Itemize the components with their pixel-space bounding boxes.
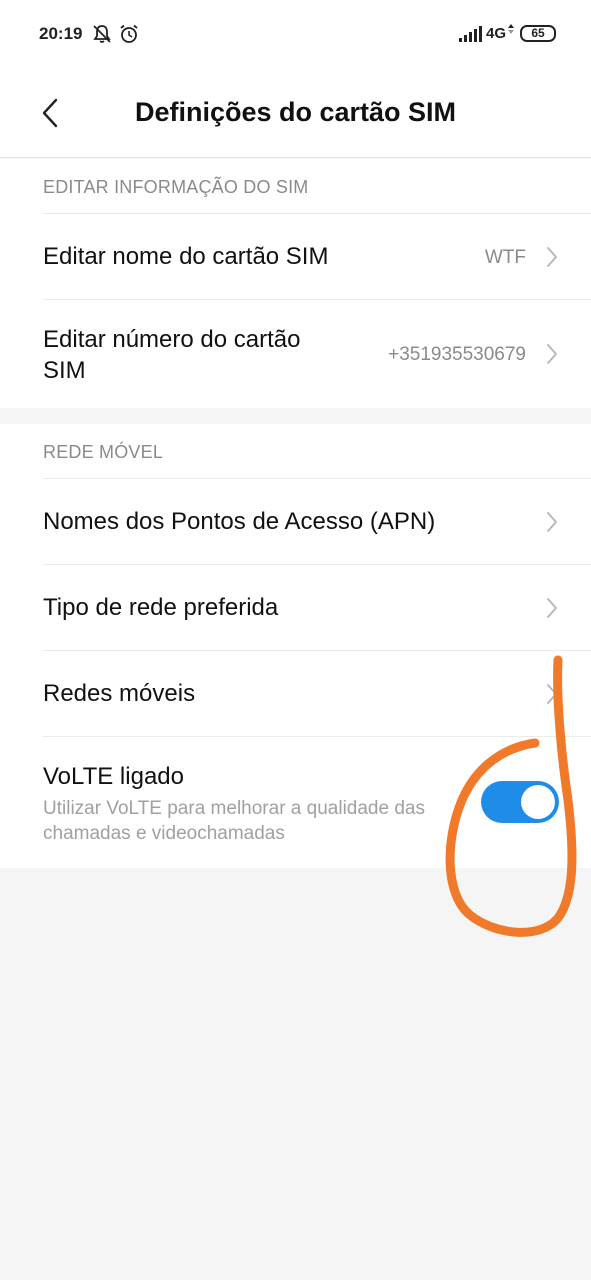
- toggle-knob: [521, 785, 555, 819]
- page-title: Definições do cartão SIM: [134, 97, 457, 127]
- divider: [43, 299, 591, 300]
- section-mobile-network: REDE MÓVEL Nomes dos Pontos de Acesso (A…: [0, 424, 591, 868]
- bell-off-icon: [93, 25, 111, 43]
- divider: [43, 478, 591, 479]
- battery-icon: 65: [520, 25, 556, 42]
- status-time: 20:19: [39, 24, 83, 43]
- edit-sim-name-row[interactable]: Editar nome do cartão SIM WTF: [0, 213, 591, 299]
- section-label-mobile-network: REDE MÓVEL: [43, 442, 164, 462]
- volte-row: VoLTE ligado Utilizar VoLTE para melhora…: [0, 736, 591, 868]
- volte-title: VoLTE ligado: [43, 763, 184, 790]
- divider: [43, 564, 591, 565]
- divider: [43, 736, 591, 737]
- chevron-right-icon: [547, 344, 557, 364]
- chevron-right-icon: [547, 512, 557, 532]
- divider: [43, 213, 591, 214]
- chevron-right-icon: [547, 247, 557, 267]
- divider: [43, 650, 591, 651]
- section-label-sim-info: EDITAR INFORMAÇÃO DO SIM: [43, 177, 309, 197]
- apn-row[interactable]: Nomes dos Pontos de Acesso (APN): [0, 478, 591, 564]
- volte-subtitle: Utilizar VoLTE para melhorar a qualidade…: [43, 798, 425, 844]
- row-value: WTF: [484, 247, 526, 268]
- network-type: 4G: [486, 25, 507, 42]
- header: Definições do cartão SIM: [0, 68, 591, 158]
- mobile-networks-row[interactable]: Redes móveis: [0, 650, 591, 736]
- data-arrows-icon: [508, 24, 514, 34]
- status-bar: 20:19 4G 65: [0, 0, 591, 68]
- row-title: Tipo de rede preferida: [43, 594, 279, 621]
- preferred-network-row[interactable]: Tipo de rede preferida: [0, 564, 591, 650]
- row-title: Redes móveis: [43, 680, 196, 707]
- battery-level: 65: [531, 26, 545, 40]
- chevron-right-icon: [547, 598, 557, 618]
- section-sim-info: EDITAR INFORMAÇÃO DO SIM Editar nome do …: [0, 159, 591, 408]
- row-title: Editar número do cartão SIM: [43, 326, 301, 384]
- alarm-icon: [120, 24, 138, 43]
- signal-icon: [459, 26, 482, 42]
- row-value: +351935530679: [388, 344, 526, 365]
- edit-sim-number-row[interactable]: Editar número do cartão SIM +35193553067…: [0, 299, 591, 408]
- row-title: Editar nome do cartão SIM: [43, 243, 329, 270]
- chevron-right-icon: [547, 684, 557, 704]
- volte-toggle[interactable]: [481, 781, 559, 823]
- row-title: Nomes dos Pontos de Acesso (APN): [43, 508, 436, 535]
